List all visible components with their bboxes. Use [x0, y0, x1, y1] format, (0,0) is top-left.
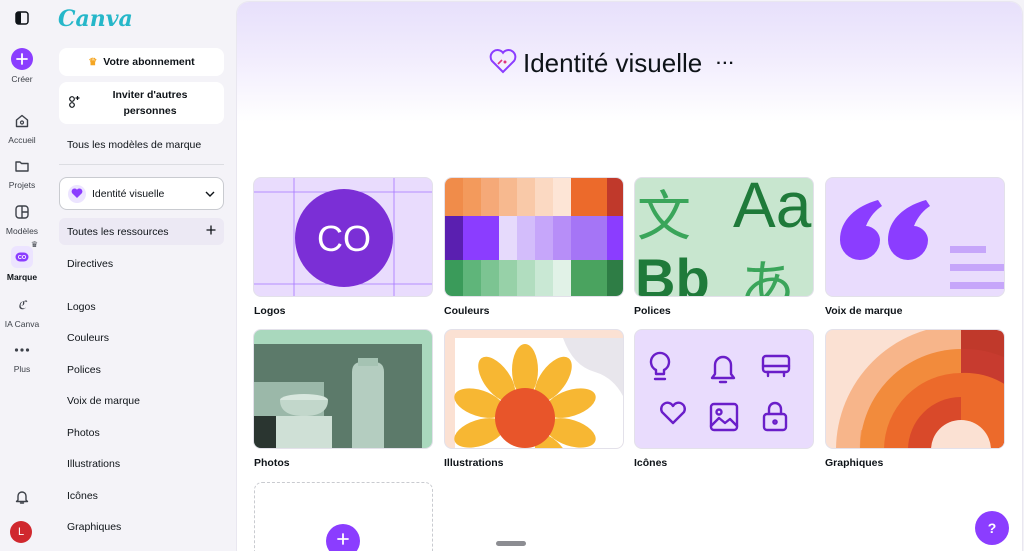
tile-label-colors: Couleurs: [444, 305, 490, 317]
folder-icon: [12, 156, 32, 176]
panel-item-photos[interactable]: Photos: [67, 427, 100, 439]
projects-label: Projets: [8, 180, 36, 190]
tile-icons[interactable]: [634, 329, 814, 449]
side-rail: Créer Accueil Projets Modèles CO ♛ Marqu…: [0, 0, 44, 551]
tile-label-icons: Icônes: [634, 457, 668, 469]
avatar[interactable]: L: [10, 521, 32, 543]
canva-logo[interactable]: Canva: [58, 6, 133, 32]
svg-text:CO: CO: [18, 255, 27, 261]
logo-thumb-text: CO: [317, 218, 371, 259]
font-sample-kanji: 文: [637, 185, 691, 248]
brand-icon: CO ♛: [11, 240, 38, 268]
panel-item-graphics[interactable]: Graphiques: [67, 521, 121, 533]
templates-icon: [12, 202, 32, 222]
icons-thumbnail: [649, 351, 791, 432]
graphics-thumbnail: [836, 330, 1004, 448]
nav-projects[interactable]: Projets: [0, 156, 44, 190]
subscription-label: Votre abonnement: [103, 56, 195, 68]
tile-colors[interactable]: [444, 177, 624, 297]
panel-item-logos[interactable]: Logos: [67, 301, 96, 313]
help-button[interactable]: ?: [975, 511, 1009, 545]
flower-illustration: [454, 338, 623, 448]
invite-button[interactable]: Inviter d'autres personnes: [59, 82, 224, 124]
create-button[interactable]: Créer: [0, 48, 44, 84]
crown-icon: ♛: [30, 240, 38, 249]
brand-heart-icon: [489, 48, 517, 79]
tile-label-photos: Photos: [254, 457, 290, 469]
home-icon: [12, 111, 32, 131]
divider: [59, 164, 224, 165]
more-label: Plus: [13, 364, 31, 374]
ai-label: IA Canva: [4, 319, 40, 329]
nav-home[interactable]: Accueil: [0, 111, 44, 145]
font-sample-hiragana: あ: [739, 255, 795, 297]
all-brand-templates-link[interactable]: Tous les modèles de marque: [67, 139, 201, 151]
plus-icon: [11, 48, 33, 70]
nav-brand[interactable]: CO ♛ Marque: [0, 240, 44, 282]
nav-ai[interactable]: ℭ IA Canva: [0, 295, 44, 329]
more-dots-icon: [12, 340, 32, 360]
tile-logos[interactable]: CO: [253, 177, 433, 297]
tile-label-logos: Logos: [254, 305, 286, 317]
panel-item-illustrations[interactable]: Illustrations: [67, 458, 120, 470]
tile-fonts[interactable]: 文 Aa Bb あ: [634, 177, 814, 297]
invite-label: Inviter d'autres personnes: [112, 89, 188, 117]
add-resource-button[interactable]: [326, 524, 360, 551]
chevron-down-icon: [205, 188, 215, 200]
scroll-handle[interactable]: [496, 541, 526, 546]
templates-label: Modèles: [5, 226, 39, 236]
tile-photos[interactable]: [253, 329, 433, 449]
brand-kit-select[interactable]: Identité visuelle: [59, 177, 224, 210]
subscription-button[interactable]: ♛ Votre abonnement: [59, 48, 224, 76]
tile-brand-voice[interactable]: [825, 177, 1005, 297]
all-resources-item[interactable]: Toutes les ressources: [59, 218, 224, 245]
tile-label-graphics: Graphiques: [825, 457, 884, 469]
bell-icon: [12, 487, 32, 507]
panel-item-icons[interactable]: Icônes: [67, 490, 98, 502]
home-label: Accueil: [8, 135, 36, 145]
brand-label: Marque: [6, 272, 38, 282]
toggle-panel-button[interactable]: [0, 8, 44, 28]
canva-ai-icon: ℭ: [17, 298, 27, 312]
create-label: Créer: [11, 74, 33, 84]
sidebar-toggle-icon: [12, 8, 32, 28]
guidelines-link[interactable]: Directives: [67, 258, 113, 270]
panel-item-colors[interactable]: Couleurs: [67, 332, 109, 344]
panel-item-brand-voice[interactable]: Voix de marque: [67, 395, 140, 407]
page-header: Identité visuelle ···: [489, 48, 735, 79]
font-sample-latin-2: Bb: [635, 247, 710, 297]
all-resources-label: Toutes les ressources: [67, 225, 169, 238]
font-sample-latin: Aa: [733, 177, 812, 241]
nav-templates[interactable]: Modèles: [0, 202, 44, 236]
color-palette-thumbnail: [445, 178, 623, 296]
page-title: Identité visuelle: [523, 48, 703, 78]
panel-item-fonts[interactable]: Polices: [67, 364, 101, 376]
tile-graphics[interactable]: [825, 329, 1005, 449]
plus-icon[interactable]: [206, 225, 216, 238]
notifications-button[interactable]: [0, 487, 44, 507]
tile-label-fonts: Polices: [634, 305, 671, 317]
add-people-icon: [67, 95, 81, 112]
brand-kit-label: Identité visuelle: [92, 187, 165, 200]
quote-icon: [840, 200, 1004, 289]
tile-illustrations[interactable]: [444, 329, 624, 449]
crown-icon: ♛: [88, 56, 98, 68]
plus-icon: [337, 532, 349, 550]
more-options-button[interactable]: ···: [716, 55, 735, 73]
tile-label-illustrations: Illustrations: [444, 457, 504, 469]
brand-heart-icon: [68, 184, 86, 203]
nav-more[interactable]: Plus: [0, 340, 44, 374]
tile-label-brand-voice: Voix de marque: [825, 305, 903, 317]
photo-thumbnail: [254, 344, 422, 448]
